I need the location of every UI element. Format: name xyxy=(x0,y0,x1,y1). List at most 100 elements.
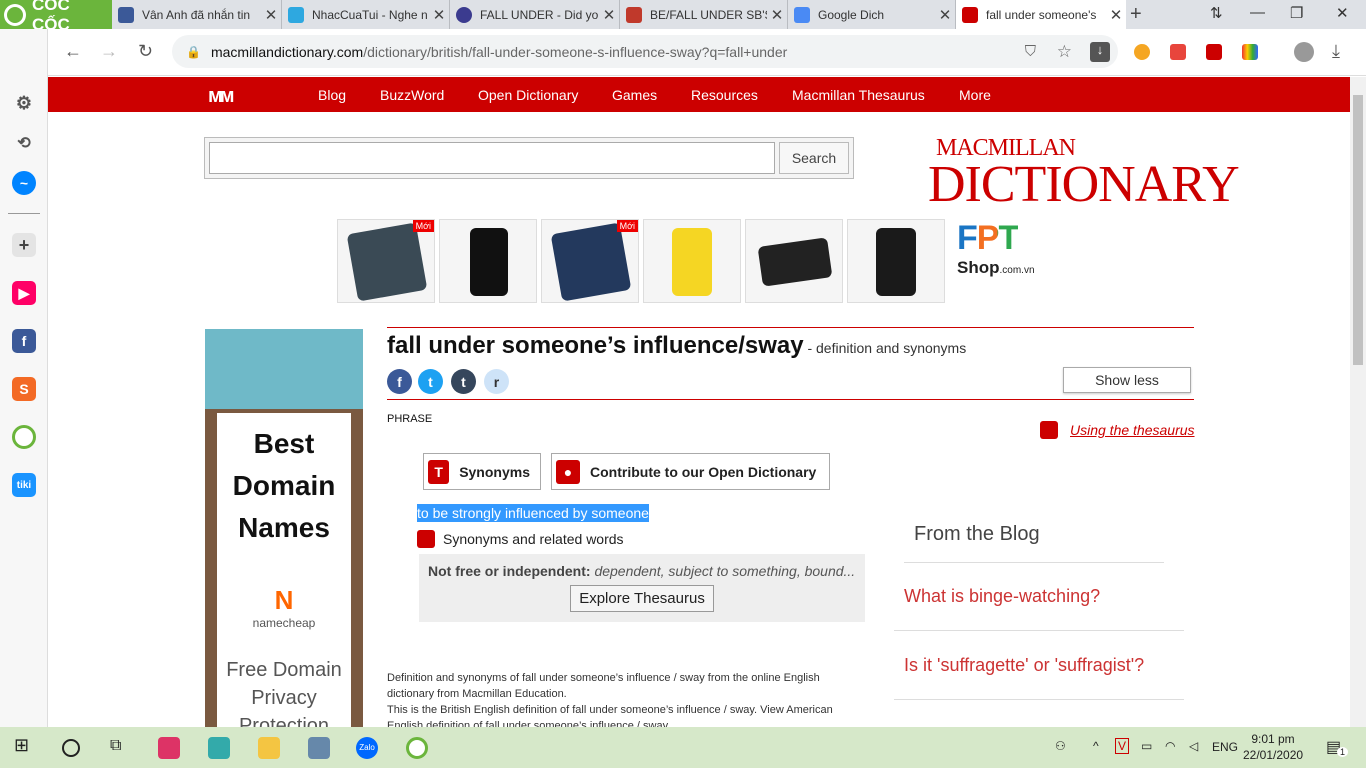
reddit-share-icon[interactable]: r xyxy=(484,369,509,394)
nav-buzzword[interactable]: BuzzWord xyxy=(380,87,444,103)
windows-start-icon[interactable]: ⊞ xyxy=(14,735,36,757)
close-window-button[interactable]: ✕ xyxy=(1336,4,1349,22)
extension-shield-icon[interactable] xyxy=(1170,44,1186,60)
nav-games[interactable]: Games xyxy=(612,87,657,103)
language-indicator[interactable]: ENG xyxy=(1212,740,1238,754)
tab-fall-under[interactable]: FALL UNDER - Did yo ✕ xyxy=(450,0,620,29)
synonyms-button[interactable]: T Synonyms xyxy=(423,453,541,490)
product-ad-strip[interactable]: Mới Mới FPT Shop.com.vn xyxy=(337,219,1063,303)
download-icon[interactable]: ↓ xyxy=(1090,41,1110,62)
shield-icon[interactable]: ⛉ xyxy=(1025,43,1036,60)
file-explorer-icon[interactable] xyxy=(258,737,280,759)
history-icon[interactable]: ⟲ xyxy=(12,131,36,155)
coccoc-icon[interactable] xyxy=(12,425,36,449)
fpt-shop-ad[interactable]: FPT Shop.com.vn xyxy=(957,219,1061,303)
coccoc-menu-button[interactable]: CỐC CỐC xyxy=(0,0,112,34)
app-icon-3[interactable] xyxy=(308,737,330,759)
show-less-button[interactable]: Show less xyxy=(1063,367,1191,393)
ad-card: Best Domain Names N namecheap Free Domai… xyxy=(217,413,351,727)
namecheap-ad[interactable]: Best Domain Names N namecheap Free Domai… xyxy=(205,329,363,727)
close-tab-icon[interactable]: ✕ xyxy=(1106,6,1126,24)
messenger-icon[interactable]: ~ xyxy=(12,171,36,195)
search-input[interactable] xyxy=(209,142,775,174)
close-tab-icon[interactable]: ✕ xyxy=(261,6,281,24)
search-icon[interactable] xyxy=(62,739,80,757)
tab-google-dich[interactable]: Google Dich ✕ xyxy=(788,0,956,29)
nav-more[interactable]: More xyxy=(959,87,991,103)
wifi-icon[interactable]: ◠ xyxy=(1165,739,1175,753)
blog-link-2[interactable]: Is it 'suffragette' or 'suffragist'? xyxy=(904,655,1144,676)
tray-chevron-icon[interactable]: ^ xyxy=(1093,739,1099,753)
search-button[interactable]: Search xyxy=(779,142,849,174)
twitter-share-icon[interactable]: t xyxy=(418,369,443,394)
app-icon-2[interactable] xyxy=(208,737,230,759)
forward-button[interactable]: → xyxy=(100,41,118,62)
profile-avatar[interactable] xyxy=(1294,42,1314,62)
minimize-button[interactable]: — xyxy=(1250,4,1265,21)
tab-macmillan-active[interactable]: fall under someone's ✕ xyxy=(956,0,1126,29)
facebook-icon[interactable]: f xyxy=(12,329,36,353)
tab-title: Vân Anh đã nhắn tin xyxy=(142,7,251,22)
people-icon[interactable]: ⚇ xyxy=(1055,739,1066,753)
battery-icon[interactable]: ▭ xyxy=(1141,739,1152,753)
browser-sidebar: ⚙ ⟲ ~ + ▶ f S tiki xyxy=(0,29,48,727)
youtube-icon[interactable]: ▶ xyxy=(12,281,36,305)
page-scrollbar[interactable] xyxy=(1350,77,1366,727)
brand-line2: DICTIONARY xyxy=(928,155,1240,213)
tab-cambridge[interactable]: BE/FALL UNDER SB'S ✕ xyxy=(620,0,788,29)
maximize-button[interactable]: ❐ xyxy=(1290,4,1303,22)
clock[interactable]: 9:01 pm 22/01/2020 xyxy=(1243,731,1303,763)
facebook-share-icon[interactable]: f xyxy=(387,369,412,394)
tab-search-icon[interactable]: ⇅ xyxy=(1210,4,1223,22)
unikey-icon[interactable]: V xyxy=(1115,738,1130,754)
explore-thesaurus-button[interactable]: Explore Thesaurus xyxy=(570,585,714,612)
task-view-icon[interactable]: ⧉ xyxy=(110,737,132,759)
ad-product-6[interactable] xyxy=(847,219,945,303)
settings-gear-icon[interactable]: ⚙ xyxy=(12,91,36,115)
extension-red-icon[interactable] xyxy=(1206,44,1222,60)
tab-nhaccuatui[interactable]: NhacCuaTui - Nghe n ✕ xyxy=(282,0,450,29)
nav-resources[interactable]: Resources xyxy=(691,87,758,103)
macmillan-logo-icon[interactable]: ᴍᴍ xyxy=(208,85,235,108)
address-bar[interactable]: 🔒 macmillandictionary.com/dictionary/bri… xyxy=(172,35,1118,68)
ad-product-5[interactable] xyxy=(745,219,843,303)
nav-open-dictionary[interactable]: Open Dictionary xyxy=(478,87,578,103)
web-page: ᴍᴍ Blog BuzzWord Open Dictionary Games R… xyxy=(48,77,1350,727)
nav-macmillan-thesaurus[interactable]: Macmillan Thesaurus xyxy=(792,87,925,103)
close-tab-icon[interactable]: ✕ xyxy=(429,6,449,24)
extension-colorful-icon[interactable] xyxy=(1242,44,1258,60)
extension-chrome-icon[interactable] xyxy=(1134,44,1150,60)
new-tab-button[interactable]: + xyxy=(1130,3,1142,26)
scrollbar-thumb[interactable] xyxy=(1353,95,1363,365)
tab-facebook[interactable]: Vân Anh đã nhắn tin ✕ xyxy=(112,0,282,29)
tumblr-share-icon[interactable]: t xyxy=(451,369,476,394)
zalo-icon[interactable]: Zalo xyxy=(356,737,378,759)
bookmark-star-icon[interactable]: ☆ xyxy=(1057,42,1072,62)
volume-icon[interactable]: ◁ xyxy=(1189,739,1198,753)
shopee-icon[interactable]: S xyxy=(12,377,36,401)
macmillan-dictionary-logo[interactable]: MACMILLAN DICTIONARY xyxy=(928,136,1240,213)
back-button[interactable]: ← xyxy=(64,41,82,62)
close-tab-icon[interactable]: ✕ xyxy=(767,6,787,24)
app-icon-1[interactable] xyxy=(158,737,180,759)
tab-title: FALL UNDER - Did yo xyxy=(480,7,599,22)
ad-product-4[interactable] xyxy=(643,219,741,303)
synonyms-related-toggle[interactable]: Synonyms and related words xyxy=(417,530,624,548)
ad-product-3[interactable]: Mới xyxy=(541,219,639,303)
fpt-shop-text: Shop.com.vn xyxy=(957,258,1035,277)
add-icon[interactable]: + xyxy=(12,233,36,257)
blog-link-1[interactable]: What is binge-watching? xyxy=(904,586,1100,607)
new-badge: Mới xyxy=(616,220,638,232)
using-thesaurus-text[interactable]: Using the thesaurus xyxy=(1070,422,1195,438)
ad-product-1[interactable]: Mới xyxy=(337,219,435,303)
using-thesaurus-link[interactable]: Using the thesaurus xyxy=(1040,421,1195,439)
close-tab-icon[interactable]: ✕ xyxy=(599,6,619,24)
nav-blog[interactable]: Blog xyxy=(318,87,346,103)
reload-button[interactable]: ↻ xyxy=(138,41,153,62)
close-tab-icon[interactable]: ✕ xyxy=(935,6,955,24)
downloads-icon[interactable]: ⤓ xyxy=(1332,41,1340,62)
coccoc-taskbar-icon[interactable] xyxy=(406,737,428,759)
ad-product-2[interactable] xyxy=(439,219,537,303)
contribute-button[interactable]: ● Contribute to our Open Dictionary xyxy=(551,453,830,490)
tiki-icon[interactable]: tiki xyxy=(12,473,36,497)
